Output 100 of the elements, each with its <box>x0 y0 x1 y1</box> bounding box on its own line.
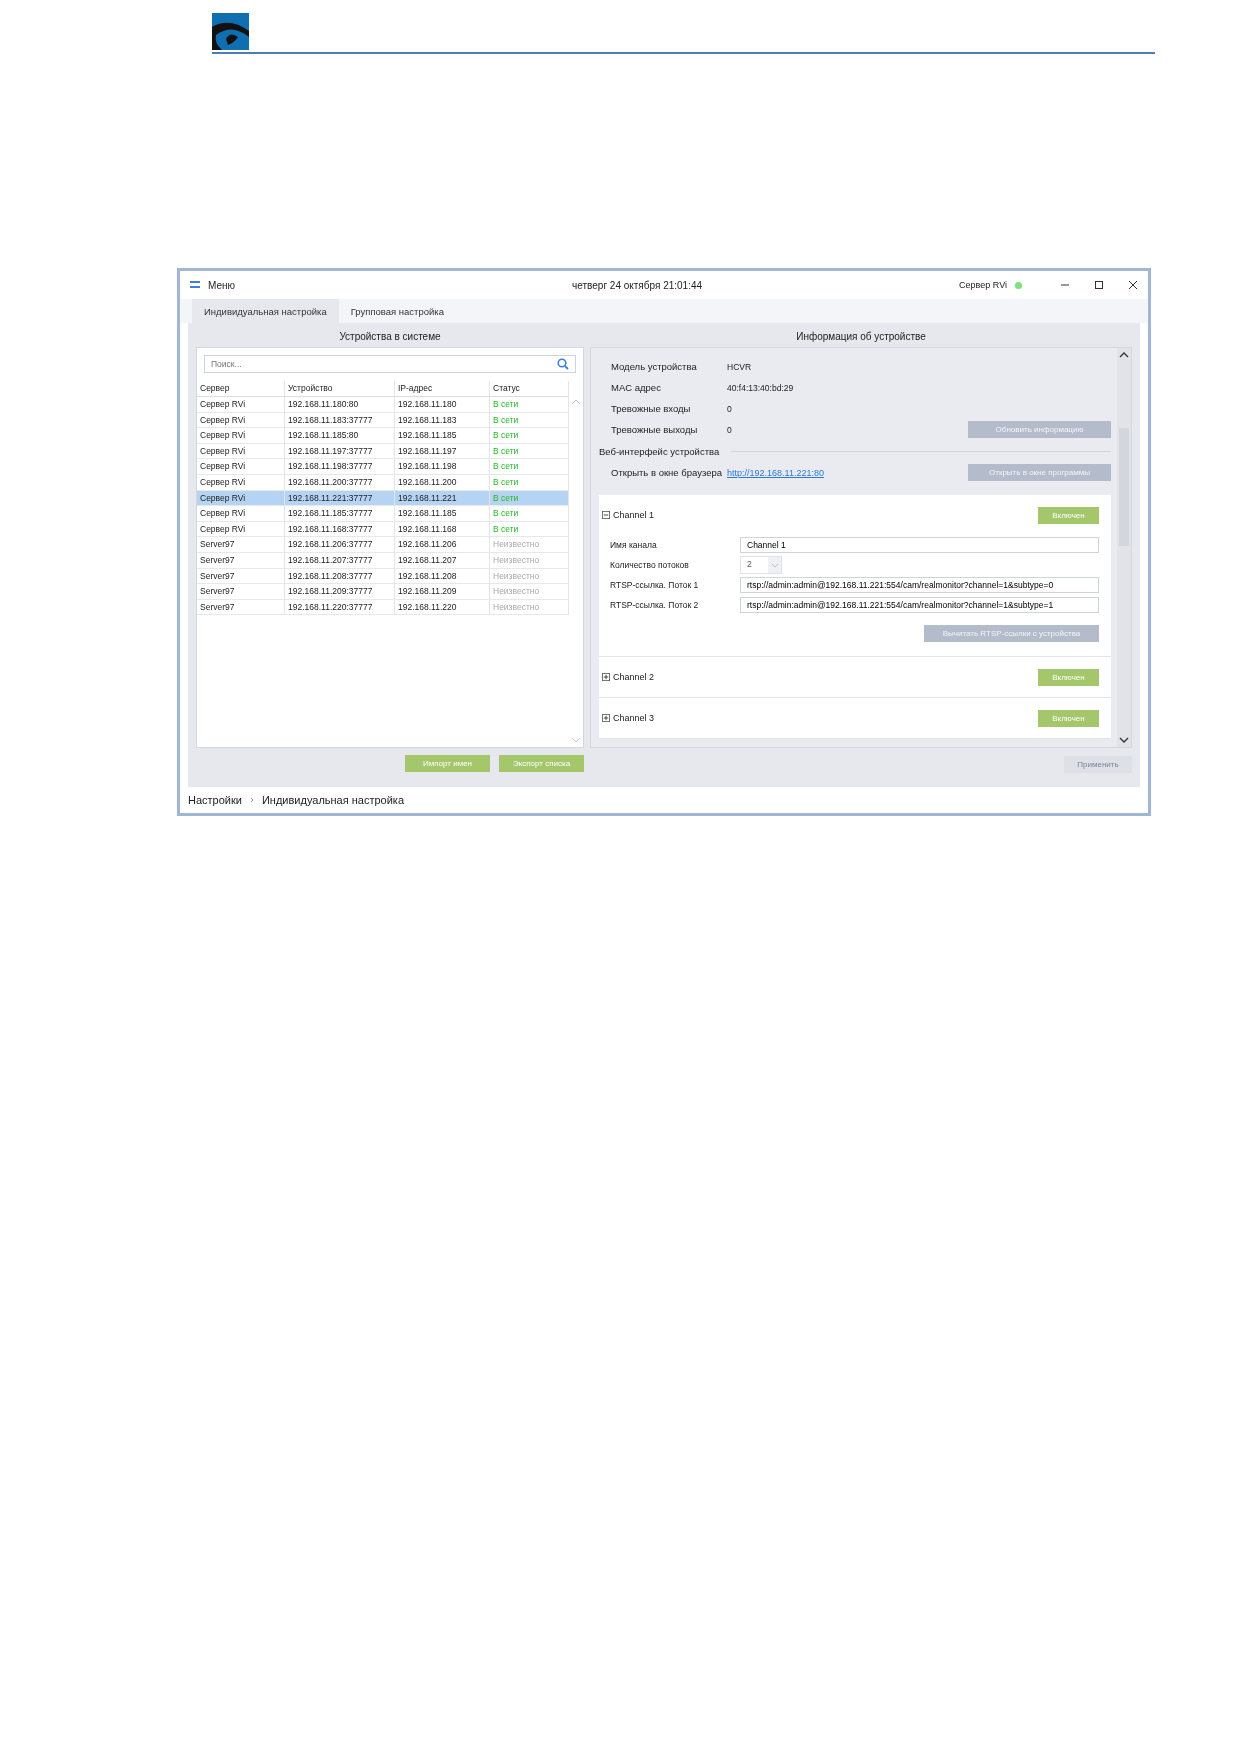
table-cell: 192.168.11.207:37777 <box>285 552 395 568</box>
table-cell: 192.168.11.198:37777 <box>285 459 395 475</box>
table-row[interactable]: Сервер RVi 192.168.11.185:80 192.168.11.185 В сети <box>197 428 569 444</box>
status-cell: Неизвестно <box>490 584 569 600</box>
channel-title: Channel 2 <box>613 672 655 682</box>
field-value: 40:f4:13:40:bd:29 <box>727 382 794 393</box>
menu-label[interactable]: Меню <box>208 279 236 291</box>
field-label: RTSP-ссылка. Поток 1 <box>610 580 700 590</box>
status-cell: Неизвестно <box>490 537 569 553</box>
table-row[interactable]: Сервер RVi 192.168.11.185:37777 192.168.11.185 В сети <box>197 506 569 522</box>
table-cell: 192.168.11.220:37777 <box>285 599 395 615</box>
table-row[interactable]: Server97 192.168.11.209:37777 192.168.11.209 Неизвестно <box>197 584 569 600</box>
table-cell: Server97 <box>197 599 285 615</box>
table-cell: 192.168.11.183 <box>395 412 490 428</box>
field-value: HCVR <box>727 361 752 372</box>
table-cell: 192.168.11.221:37777 <box>285 490 395 506</box>
table-cell: 192.168.11.168 <box>395 521 490 537</box>
table-cell: Сервер RVi <box>197 443 285 459</box>
table-row[interactable]: Server97 192.168.11.207:37777 192.168.11.207 Неизвестно <box>197 552 569 569</box>
table-cell: 192.168.11.185 <box>395 506 490 522</box>
status-cell: В сети <box>490 474 569 490</box>
collapse-icon[interactable] <box>602 511 610 519</box>
channel-title: Channel 3 <box>613 713 655 723</box>
table-cell: 192.168.11.208:37777 <box>285 568 395 584</box>
panel-title: Устройства в системе <box>338 330 442 344</box>
menu-icon[interactable] <box>190 281 200 289</box>
table-row[interactable]: Сервер RVi 192.168.11.183:37777 192.168.11.183 В сети <box>197 412 569 429</box>
status-cell: Неизвестно <box>490 568 569 584</box>
tab[interactable]: Индивидуальная настройка <box>192 299 339 323</box>
text-field[interactable]: rtsp://admin:admin@192.168.11.221:554/cam/realmonitor?channel=1&subtype=1 <box>740 597 1099 613</box>
expand-icon[interactable] <box>602 714 610 722</box>
table-row[interactable]: Сервер RVi 192.168.11.168:37777 192.168.11.168 В сети <box>197 521 569 538</box>
field-label: MAC адрес <box>611 382 662 393</box>
table-cell: 192.168.11.197:37777 <box>285 443 395 459</box>
field-value: 0 <box>727 424 732 435</box>
search-box[interactable]: Поиск... <box>204 355 576 373</box>
breadcrumb-item[interactable]: Настройки <box>188 794 242 806</box>
dropdown[interactable]: 2 <box>740 556 782 574</box>
maximize-icon[interactable] <box>1094 280 1104 290</box>
column-header[interactable]: IP-адрес <box>395 381 490 396</box>
status-cell: Неизвестно <box>490 552 569 568</box>
logo-icon <box>212 13 249 50</box>
table-row[interactable]: Сервер RVi 192.168.11.198:37777 192.168.11.198 В сети <box>197 459 569 475</box>
scroll-up-icon[interactable] <box>1119 352 1129 358</box>
table-cell: Server97 <box>197 568 285 584</box>
channel-title: Channel 1 <box>613 510 655 520</box>
table-cell: 192.168.11.220 <box>395 599 490 615</box>
column-header[interactable]: Устройство <box>285 381 395 396</box>
status-cell: В сети <box>490 506 569 522</box>
table-cell: 192.168.11.207 <box>395 552 490 568</box>
section-title: Веб-интерфейс устройства <box>599 445 720 457</box>
table-cell: Сервер RVi <box>197 474 285 490</box>
table-cell: Сервер RVi <box>197 521 285 537</box>
field-label: Имя канала <box>610 540 658 550</box>
table-row[interactable]: Server97 192.168.11.208:37777 192.168.11.208 Неизвестно <box>197 568 569 585</box>
column-header[interactable]: Статус <box>490 381 569 396</box>
status-cell: В сети <box>490 490 569 506</box>
table-row[interactable]: Server97 192.168.11.206:37777 192.168.11.206 Неизвестно <box>197 537 569 553</box>
table-row[interactable]: Сервер RVi 192.168.11.200:37777 192.168.11.200 В сети <box>197 474 569 491</box>
table-cell: 192.168.11.168:37777 <box>285 521 395 537</box>
field-label: Тревожные входы <box>611 403 692 414</box>
table-row[interactable]: Server97 192.168.11.220:37777 192.168.11.220 Неизвестно <box>197 599 569 616</box>
table-cell: Server97 <box>197 537 285 553</box>
table-cell: Сервер RVi <box>197 459 285 475</box>
status-cell: В сети <box>490 459 569 475</box>
breadcrumb-item[interactable]: Индивидуальная настройка <box>261 794 405 806</box>
browser-link[interactable]: http://192.168.11.221:80 <box>727 467 824 478</box>
table-cell: 192.168.11.198 <box>395 459 490 475</box>
table-cell: 192.168.11.208 <box>395 568 490 584</box>
search-icon[interactable] <box>557 358 569 370</box>
expand-icon[interactable] <box>602 673 610 681</box>
text-field[interactable]: rtsp://admin:admin@192.168.11.221:554/cam/realmonitor?channel=1&subtype=0 <box>740 577 1099 593</box>
column-header[interactable]: Сервер <box>197 381 285 396</box>
panel-title: Информация об устройстве <box>795 330 927 344</box>
field-value: 0 <box>727 403 732 414</box>
table-cell: Сервер RVi <box>197 506 285 522</box>
status-cell: В сети <box>490 521 569 537</box>
table-cell: 192.168.11.185:80 <box>285 428 395 444</box>
field-label: Модель устройства <box>611 361 698 372</box>
server-label: Сервер RVi <box>959 280 1007 290</box>
table-cell: Сервер RVi <box>197 397 285 412</box>
table-cell: 192.168.11.206:37777 <box>285 537 395 553</box>
table-cell: 192.168.11.209:37777 <box>285 584 395 600</box>
table-cell: Server97 <box>197 584 285 600</box>
table-cell: 192.168.11.185:37777 <box>285 506 395 522</box>
status-cell: В сети <box>490 412 569 428</box>
close-icon[interactable] <box>1128 280 1138 290</box>
status-cell: В сети <box>490 397 569 412</box>
scroll-down-icon[interactable] <box>1119 737 1129 743</box>
table-row[interactable]: Сервер RVi 192.168.11.197:37777 192.168.11.197 В сети <box>197 443 569 460</box>
tab[interactable]: Групповая настройка <box>338 299 456 323</box>
table-cell: Сервер RVi <box>197 428 285 444</box>
table-cell: 192.168.11.209 <box>395 584 490 600</box>
table-row[interactable]: Сервер RVi 192.168.11.180:80 192.168.11.180 В сети <box>197 397 569 413</box>
table-cell: 192.168.11.180 <box>395 397 490 412</box>
table-cell: 192.168.11.185 <box>395 428 490 444</box>
table-cell: 192.168.11.206 <box>395 537 490 553</box>
table-cell: 192.168.11.200:37777 <box>285 474 395 490</box>
table-cell: Сервер RVi <box>197 490 285 506</box>
text-field[interactable]: Channel 1 <box>740 537 1099 553</box>
